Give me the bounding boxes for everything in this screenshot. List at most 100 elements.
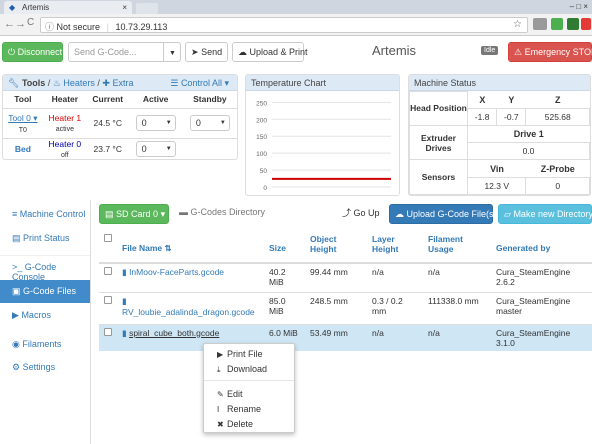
back-icon[interactable]: ←: [4, 18, 15, 30]
tab-title: Artemis: [22, 3, 50, 12]
file-generator: Cura_SteamEngine master: [491, 291, 592, 324]
sidebar-divider: [90, 200, 91, 444]
file-object-height: 99.44 mm: [305, 262, 367, 292]
file-filament: n/a: [423, 262, 491, 292]
sidebar-item-macros[interactable]: ▶ Macros: [0, 304, 90, 328]
extension-icon-1[interactable]: [533, 18, 547, 30]
emergency-stop-button[interactable]: ⚠ Emergency STOP: [508, 42, 592, 62]
extra-tab[interactable]: ✚ Extra: [102, 78, 133, 88]
menu-item-download[interactable]: ⤓ Download: [204, 364, 294, 375]
level-up-icon: ⤴: [342, 208, 352, 218]
menu-item-delete[interactable]: ✖ Delete: [204, 419, 294, 429]
col-heater: Heater: [51, 94, 79, 105]
col-filament-usage[interactable]: Filament Usage: [423, 231, 491, 264]
bed-active-input[interactable]: 0 ▼: [135, 141, 176, 158]
heaters-tab[interactable]: ♨ Heaters: [53, 78, 95, 88]
col-file-name[interactable]: File Name ⇅: [117, 231, 264, 264]
col-standby: Standby: [193, 94, 227, 105]
file-icon: ▮: [122, 327, 127, 338]
menu-item-edit[interactable]: ✎ Edit: [204, 389, 294, 399]
col-tool: Tool: [14, 94, 32, 105]
machine-status-title: Machine Status: [409, 75, 590, 91]
menu-item-rename[interactable]: I Rename: [204, 404, 294, 414]
caret-down-icon: ▼: [165, 120, 172, 126]
wrench-icon: 🔧︎: [8, 78, 20, 88]
go-up-button[interactable]: ⤴ Go Up: [337, 204, 383, 224]
upload-gcode-button[interactable]: ☁ Upload G-Code File(s): [389, 204, 497, 224]
extension-icon-3[interactable]: [567, 18, 579, 30]
sidebar-item-machine-control[interactable]: ≡ Machine Control: [0, 203, 90, 227]
address-toolbar: ← → C ⓘ Not secure | 10.73.29.113 ☆: [0, 14, 592, 36]
col-generated-by[interactable]: Generated by: [491, 231, 592, 264]
macros-icon: ▶: [12, 310, 19, 320]
temperature-chart: 0 50 100 150 200 250: [256, 100, 391, 192]
select-all-checkbox[interactable]: [104, 234, 112, 242]
file-icon: ▮: [122, 267, 127, 277]
table-row-selected[interactable]: ▮ spiral_cube_both.gcode 6.0 MiB 53.49 m…: [99, 323, 592, 351]
tool0-dropdown[interactable]: Tool 0 ▾: [8, 113, 37, 123]
tool0-heater[interactable]: Heater 1: [49, 113, 82, 123]
col-layer-height[interactable]: Layer Height: [367, 231, 423, 264]
col-object-height[interactable]: Object Height: [305, 231, 367, 264]
row-checkbox[interactable]: [104, 327, 112, 336]
menu-item-print-file[interactable]: ▶ Print File: [204, 349, 294, 359]
vin-value: 12.3 V: [466, 176, 527, 196]
file-object-height: 53.49 mm: [305, 323, 367, 351]
status-badge: Idle: [481, 46, 499, 55]
file-generator: Cura_SteamEngine 2.6.2: [491, 262, 592, 292]
bed-heater[interactable]: Heater 0: [49, 139, 82, 149]
sidebar-item-gcode-console[interactable]: >_ G-Code Console: [0, 256, 90, 282]
zprobe-value: 0: [525, 176, 590, 196]
tool0-active-input[interactable]: 0 ▼: [135, 115, 176, 131]
sd-card-dropdown[interactable]: ▤ SD Card 0 ▾: [99, 204, 169, 224]
info-icon[interactable]: ⓘ: [45, 22, 54, 32]
tools-tab[interactable]: Tools: [22, 78, 45, 88]
reload-icon[interactable]: C: [27, 17, 34, 28]
sidebar-item-print-status[interactable]: ▤ Print Status: [0, 227, 90, 251]
send-button[interactable]: ➤ Send: [185, 42, 228, 62]
bookmark-star-icon[interactable]: ☆: [513, 19, 522, 30]
position-y: -0.7: [496, 107, 527, 126]
disconnect-button[interactable]: ⏻ Disconnect: [2, 42, 63, 62]
file-name[interactable]: spiral_cube_both.gcode: [129, 328, 219, 338]
sidebar-item-gcode-files[interactable]: ▣ G-Code Files: [0, 280, 90, 303]
sensors-label: Sensors: [409, 159, 468, 195]
print-status-icon: ▤: [12, 233, 21, 243]
row-checkbox[interactable]: [104, 295, 112, 304]
file-name[interactable]: InMoov-FaceParts.gcode: [129, 267, 224, 277]
address-bar[interactable]: ⓘ Not secure | 10.73.29.113 ☆: [40, 17, 528, 33]
gcode-dropdown-button[interactable]: ▼: [163, 42, 181, 62]
send-icon: ➤: [191, 47, 199, 57]
chart-ytick-label: 0: [263, 185, 267, 192]
tool0-standby-input[interactable]: 0 ▼: [189, 115, 230, 131]
make-directory-button[interactable]: ▱ Make new Directory: [498, 204, 592, 224]
menu-divider: [204, 380, 294, 381]
tool0-row: Tool 0 ▾ T0 Heater 1 active 24.5 °C 0 ▼ 0 ▼: [3, 107, 237, 138]
row-checkbox[interactable]: [104, 267, 112, 275]
console-icon: >_: [12, 262, 23, 272]
forward-icon[interactable]: →: [15, 18, 26, 30]
file-name[interactable]: RV_loubie_adalinda_dragon.gcode: [122, 307, 255, 317]
extension-icon-2[interactable]: [551, 18, 563, 30]
sidebar-item-filaments[interactable]: ◉ Filaments: [0, 333, 90, 357]
table-row[interactable]: ▮ RV_loubie_adalinda_dragon.gcode 85.0 Mi…: [99, 291, 592, 324]
zprobe-label: Z-Probe: [540, 163, 575, 174]
window-controls[interactable]: – □ ×: [570, 2, 588, 11]
new-tab-button[interactable]: [136, 3, 158, 14]
tools-panel-header: 🔧︎ Tools / ♨ Heaters / ✚ Extra ☰ Control…: [3, 75, 237, 91]
browser-tab[interactable]: ◆ Artemis ×: [4, 1, 132, 14]
table-row[interactable]: ▮ InMoov-FaceParts.gcode 40.2 MiB 99.44 …: [99, 262, 592, 292]
drive1-value: 0.0: [467, 142, 590, 161]
caret-down-icon: ▼: [169, 50, 176, 57]
gcode-input[interactable]: Send G-Code...: [68, 42, 164, 62]
col-size[interactable]: Size: [264, 231, 305, 264]
axis-z-label: Z: [554, 94, 561, 105]
upload-print-button[interactable]: ☁ Upload & Print: [232, 42, 308, 62]
settings-icon: ⚙: [12, 362, 21, 372]
extension-icon-4[interactable]: [581, 18, 591, 30]
control-all-dropdown[interactable]: ☰ Control All ▾: [170, 78, 229, 89]
bed-row: Bed Heater 0 off 23.7 °C 0 ▼: [3, 137, 237, 160]
sidebar-item-settings[interactable]: ⚙ Settings: [0, 356, 90, 380]
bed-label[interactable]: Bed: [15, 144, 31, 154]
tab-close-icon[interactable]: ×: [122, 3, 127, 12]
